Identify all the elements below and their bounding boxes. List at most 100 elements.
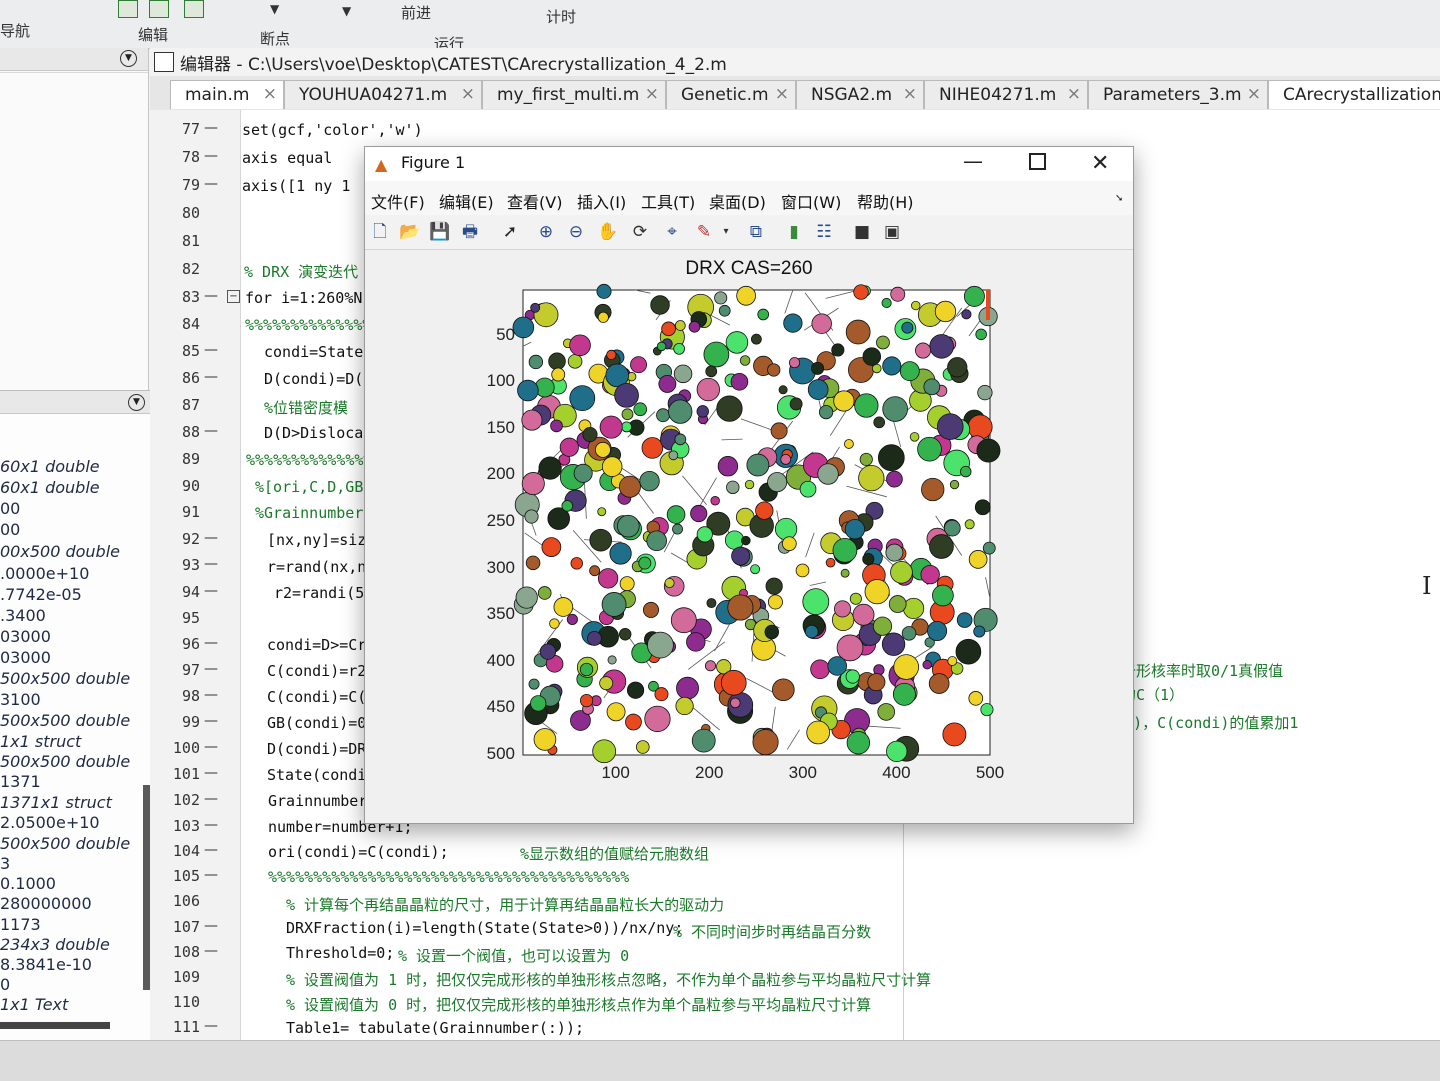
breakpoint-dash[interactable]: —: [204, 661, 218, 677]
menu-insert[interactable]: 插入(I): [577, 189, 626, 213]
code-line-107[interactable]: DRXFraction(i)=length(State(State>0))/nx…: [286, 919, 683, 937]
code-line-99[interactable]: GB(condi)=0: [267, 714, 366, 732]
workspace-value[interactable]: 0.1000: [0, 874, 56, 893]
code-comment-right[interactable]: ndi)，C(condi)的值累加1: [1106, 712, 1298, 733]
breakpoint-dash[interactable]: —: [204, 943, 218, 959]
tab-youhua[interactable]: YOUHUA04271.m ×: [284, 80, 482, 109]
forward-button[interactable]: 前进: [401, 2, 431, 23]
code-line-97[interactable]: C(condi)=r2: [267, 662, 366, 680]
close-icon[interactable]: ×: [461, 84, 475, 104]
breakpoint-dash[interactable]: —: [204, 556, 218, 572]
dock-arrow-icon[interactable]: ➘: [1115, 193, 1123, 204]
rotate-icon[interactable]: ⟳: [629, 221, 651, 243]
code-comment-107[interactable]: % 不同时间步时再结晶百分数: [673, 921, 871, 942]
code-line-83[interactable]: for i=1:260%N: [245, 289, 362, 307]
code-line-92[interactable]: [nx,ny]=siz: [267, 531, 366, 549]
workspace-value[interactable]: 2.0500e+10: [0, 813, 100, 832]
code-line-87[interactable]: %位错密度模: [264, 397, 348, 418]
workspace-value[interactable]: 60x1 double: [0, 457, 100, 476]
breakpoint-dash[interactable]: —: [204, 739, 218, 755]
workspace-value[interactable]: 3100: [0, 690, 41, 709]
figure-titlebar[interactable]: ▲ Figure 1 — ✕: [365, 147, 1133, 181]
workspace-hscrollbar[interactable]: [0, 1022, 110, 1029]
breakpoint-dash[interactable]: —: [204, 530, 218, 546]
fold-icon[interactable]: −: [227, 290, 240, 303]
menu-file[interactable]: 文件(F): [371, 189, 425, 213]
workspace-value[interactable]: 1x1 Text: [0, 995, 68, 1014]
breakpoint-dash[interactable]: —: [204, 765, 218, 781]
code-line-109[interactable]: % 设置阀值为 1 时，把仅仅完成形核的单独形核点忽略，不作为单个晶粒参与平均晶…: [286, 969, 931, 990]
code-line-94[interactable]: r2=randi(5: [274, 584, 364, 602]
chevron-down-icon[interactable]: ▾: [715, 221, 737, 243]
panel-menu-icon[interactable]: ▼: [128, 394, 145, 411]
workspace-value[interactable]: .3400: [0, 606, 46, 625]
code-line-106[interactable]: % 计算每个再结晶晶粒的尺寸，用于计算再结晶晶粒长大的驱动力: [286, 894, 724, 915]
tab-nihe[interactable]: NIHE04271.m ×: [924, 80, 1088, 109]
legend-icon[interactable]: ☷: [813, 221, 835, 243]
breakpoint-dash[interactable]: —: [204, 635, 218, 651]
code-line-110[interactable]: % 设置阀值为 0 时，把仅仅完成形核的单独形核点作为单个晶粒参与平均晶粒尺寸计…: [286, 994, 871, 1015]
workspace-value[interactable]: 1371: [0, 772, 41, 791]
breakpoint-dash[interactable]: —: [204, 713, 218, 729]
code-comment-108[interactable]: % 设置一个阀值，也可以设置为 0: [398, 945, 629, 966]
tab-main[interactable]: main.m ×: [170, 80, 284, 109]
code-line-100[interactable]: D(condi)=DR: [267, 740, 366, 758]
code-line-88[interactable]: D(D>Disloca: [264, 424, 363, 442]
workspace-value[interactable]: 234x3 double: [0, 935, 110, 954]
code-line-82[interactable]: % DRX 演变迭代: [244, 261, 358, 282]
workspace-value[interactable]: 1173: [0, 915, 41, 934]
breakpoint-dash[interactable]: —: [204, 148, 218, 164]
indent-icon[interactable]: [149, 0, 169, 18]
close-icon[interactable]: ×: [903, 84, 917, 104]
outdent-icon[interactable]: [184, 0, 204, 18]
breakpoint-dash[interactable]: —: [204, 176, 218, 192]
timing-button[interactable]: 计时: [546, 6, 576, 27]
menu-tools[interactable]: 工具(T): [641, 189, 695, 213]
breakpoint-dash[interactable]: —: [204, 918, 218, 934]
panel-menu-icon[interactable]: ▼: [120, 50, 137, 67]
code-line-78[interactable]: axis equal: [242, 149, 332, 167]
breakpoint-dash[interactable]: —: [204, 791, 218, 807]
tab-my-first-multi[interactable]: my_first_multi.m ×: [482, 80, 666, 109]
zoom-in-icon[interactable]: ⊕: [535, 221, 557, 243]
workspace-value[interactable]: 1371x1 struct: [0, 793, 112, 812]
code-line-79[interactable]: axis([1 ny 1: [242, 177, 350, 195]
workspace-value[interactable]: 3: [0, 854, 10, 873]
code-line-85[interactable]: condi=State: [264, 343, 363, 361]
show-tools-icon[interactable]: ▣: [881, 221, 903, 243]
tab-parameters[interactable]: Parameters_3.m ×: [1088, 80, 1268, 109]
code-line-77[interactable]: set(gcf,'color','w'): [242, 121, 423, 139]
workspace-value[interactable]: 1x1 struct: [0, 732, 81, 751]
figure-canvas[interactable]: DRX CAS=260 5010015020025030035040045050…: [365, 250, 1133, 823]
workspace-value[interactable]: 500x500 double: [0, 669, 130, 688]
minimize-icon[interactable]: —: [963, 149, 983, 173]
breakpoint-dash[interactable]: —: [204, 342, 218, 358]
code-line-86[interactable]: D(condi)=D(: [264, 370, 363, 388]
workspace-value[interactable]: 03000: [0, 627, 51, 646]
workspace-value[interactable]: 500x500 double: [0, 834, 130, 853]
colorbar-icon[interactable]: ▮: [783, 221, 805, 243]
code-line-102[interactable]: Grainnumber: [268, 792, 367, 810]
pointer-icon[interactable]: ➚: [499, 221, 521, 243]
code-line-84[interactable]: %%%%%%%%%%%%%%%: [245, 316, 380, 334]
menu-edit[interactable]: 编辑(E): [439, 189, 494, 213]
code-line-105[interactable]: %%%%%%%%%%%%%%%%%%%%%%%%%%%%%%%%%%%%%%%%: [268, 868, 629, 886]
code-line-96[interactable]: condi=D>=Cr: [267, 636, 366, 654]
zoom-out-icon[interactable]: ⊖: [565, 221, 587, 243]
workspace-value[interactable]: .0000e+10: [0, 564, 89, 583]
breakpoint-dash[interactable]: —: [204, 867, 218, 883]
tab-carecrystallization[interactable]: CArecrystallization_: [1268, 80, 1440, 109]
brush-icon[interactable]: ✎: [693, 221, 715, 243]
code-line-108[interactable]: Threshold=0;: [286, 944, 394, 962]
chevron-down-icon[interactable]: ▼: [270, 2, 279, 16]
save-icon[interactable]: 💾: [429, 221, 451, 243]
code-line-90[interactable]: %[ori,C,D,GB: [255, 478, 363, 496]
workspace-value[interactable]: 8.3841e-10: [0, 955, 92, 974]
figure-window[interactable]: ▲ Figure 1 — ✕ 文件(F) 编辑(E) 查看(V) 插入(I) 工…: [364, 146, 1134, 824]
code-line-93[interactable]: r=rand(nx,n: [267, 558, 366, 576]
close-icon[interactable]: ×: [775, 84, 789, 104]
breakpoint-dash[interactable]: —: [204, 120, 218, 136]
code-line-111[interactable]: Table1= tabulate(Grainnumber(:));: [286, 1019, 584, 1037]
workspace-value[interactable]: 0: [0, 975, 10, 994]
code-line-91[interactable]: %Grainnumber: [255, 504, 363, 522]
